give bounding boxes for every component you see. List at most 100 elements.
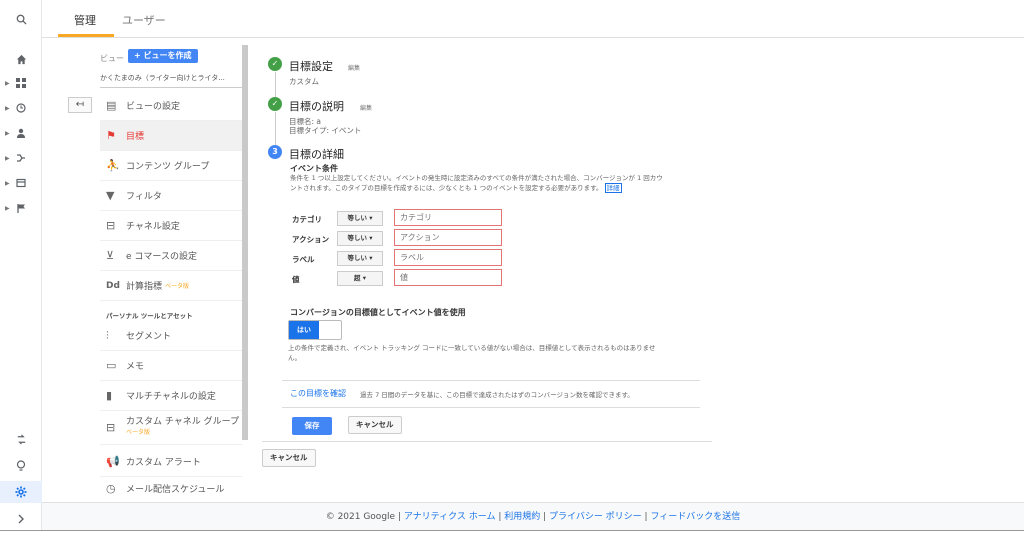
nav-label: メール配信スケジュール <box>126 484 225 495</box>
view-column-scrollbar[interactable] <box>242 45 248 440</box>
step2-edit-link[interactable]: 編集 <box>360 103 372 112</box>
nav-label: カスタム チャネル グループ <box>126 417 240 427</box>
channel-group-icon: ⊟ <box>106 421 116 434</box>
view-selector[interactable]: かくたまのみ（ライター向けとライタ... <box>100 73 242 88</box>
left-nav-rail: ▶ ▶ ▶ ▶ ▶ ▶ <box>0 0 42 538</box>
privacy-policy-link[interactable]: プライバシー ポリシー <box>549 512 642 522</box>
value-input[interactable] <box>394 269 502 286</box>
analytics-home-link[interactable]: アナリティクス ホーム <box>404 512 496 522</box>
segments-icon: ⫶ <box>106 328 109 342</box>
nav-label: 計算指標 <box>126 282 163 292</box>
nav-label: セグメント <box>126 332 172 342</box>
nav-email-schedule[interactable]: ◷ メール配信スケジュール <box>100 477 242 499</box>
condition-label-label: ラベル <box>292 255 315 264</box>
nav-view-settings[interactable]: ▤ ビューの設定 <box>100 91 242 121</box>
tab-user[interactable]: ユーザー <box>122 12 166 28</box>
nav-goals[interactable]: ⚑ 目標 <box>100 121 242 151</box>
divider <box>262 441 712 442</box>
beta-badge: ベータ版 <box>126 429 151 436</box>
cancel-button[interactable]: キャンセル <box>348 416 402 434</box>
step1-value: カスタム <box>289 77 319 86</box>
memo-icon: ▭ <box>106 359 117 372</box>
step1-edit-link[interactable]: 編集 <box>348 63 360 72</box>
create-view-button[interactable]: + ビューを作成 <box>128 49 198 63</box>
cart-icon: ⊻ <box>106 249 115 262</box>
audience-person-icon[interactable]: ▶ <box>0 122 42 144</box>
view-label: ビュー <box>100 54 124 63</box>
nav-content-grouping[interactable]: ⛹ コンテンツ グループ <box>100 151 242 181</box>
verify-goal-description: 過去 7 日間のデータを基に、この目標で達成されたはずのコンバージョン数を確認で… <box>360 391 634 399</box>
label-operator-select[interactable]: 等しい ▾ <box>337 251 383 266</box>
bar-chart-icon: ▮ <box>106 389 113 402</box>
nav-calculated-metrics[interactable]: Dd 計算指標 ベータ版 <box>100 271 242 301</box>
beta-badge: ベータ版 <box>165 283 190 290</box>
goal-setup-form: ✓ 目標設定 編集 カスタム ✓ 目標の説明 編集 目標名: a 目標タイプ: … <box>262 45 722 475</box>
nav-label: コンテンツ グループ <box>126 162 210 172</box>
share-icon[interactable] <box>0 428 42 450</box>
megaphone-icon: 📢 <box>106 455 120 468</box>
action-operator-select[interactable]: 等しい ▾ <box>337 231 383 246</box>
category-operator-select[interactable]: 等しい ▾ <box>337 211 383 226</box>
search-icon[interactable] <box>0 8 42 30</box>
category-input[interactable] <box>394 209 502 226</box>
top-tab-bar: 管理 ユーザー <box>42 0 1024 38</box>
behavior-icon[interactable]: ▶ <box>0 172 42 194</box>
toggle-on-label: はい <box>289 321 319 339</box>
use-event-value-label: コンバージョンの目標値としてイベント値を使用 <box>290 308 466 317</box>
details-link[interactable]: 詳細 <box>604 183 622 193</box>
use-event-value-toggle[interactable]: はい <box>288 320 342 340</box>
window-bottom-edge <box>0 530 1024 538</box>
document-icon: ▤ <box>106 99 117 112</box>
nav-annotations[interactable]: ▭ メモ <box>100 351 242 381</box>
condition-label-category: カテゴリ <box>292 215 322 224</box>
nav-ecommerce[interactable]: ⊻ e コマースの設定 <box>100 241 242 271</box>
active-tab-indicator <box>58 34 114 37</box>
view-settings-column: ビュー + ビューを作成 かくたまのみ（ライター向けとライタ... ↤ ▤ ビュ… <box>62 45 247 500</box>
step2-goal-type: 目標タイプ: イベント <box>289 126 362 135</box>
flag-icon: ⚑ <box>106 129 116 142</box>
nav-multichannel[interactable]: ▮ マルチチャネルの設定 <box>100 381 242 411</box>
customization-icon[interactable]: ▶ <box>0 72 42 94</box>
acquisition-icon[interactable]: ▶ <box>0 147 42 169</box>
event-value-description: 上の条件で定義され、イベント トラッキング コードに一致している値がない場合は、… <box>288 344 656 362</box>
step3-title: 目標の詳細 <box>289 148 344 161</box>
nav-label: フィルタ <box>126 192 162 202</box>
back-arrow-button[interactable]: ↤ <box>68 97 92 113</box>
chevron-right-icon[interactable] <box>0 508 42 530</box>
copyright: © 2021 Google | <box>325 512 401 522</box>
nav-filters[interactable]: ▼ フィルタ <box>100 181 242 211</box>
realtime-clock-icon[interactable]: ▶ <box>0 97 42 119</box>
nav-label: メモ <box>126 362 145 372</box>
footer: © 2021 Google | アナリティクス ホーム | 利用規約 | プライ… <box>42 502 1024 530</box>
nav-label: e コマースの設定 <box>126 252 197 262</box>
nav-custom-alerts[interactable]: 📢 カスタム アラート <box>100 447 242 477</box>
check-circle-icon: ✓ <box>268 97 282 111</box>
tab-admin[interactable]: 管理 <box>74 12 96 28</box>
nav-custom-channel-group[interactable]: ⊟ カスタム チャネル グループ ベータ版 <box>100 411 242 445</box>
save-button[interactable]: 保存 <box>292 417 332 435</box>
action-input[interactable] <box>394 229 502 246</box>
terms-link[interactable]: 利用規約 <box>504 512 540 522</box>
value-operator-select[interactable]: 超 ▾ <box>337 271 383 286</box>
section-heading-personal-tools: パーソナル ツールとアセット <box>106 312 193 320</box>
filter-icon: ▼ <box>106 189 115 202</box>
nav-label: 目標 <box>126 132 145 142</box>
event-conditions-description: 条件を 1 つ以上設定してください。イベントの発生時に設定済みのすべての条件が満… <box>290 174 663 193</box>
condition-label-value: 値 <box>292 275 300 284</box>
home-icon[interactable] <box>0 48 42 70</box>
verify-goal-link[interactable]: この目標を確認 <box>290 388 346 399</box>
feedback-link[interactable]: フィードバックを送信 <box>650 512 740 522</box>
nav-segments[interactable]: ⫶ セグメント <box>100 321 242 351</box>
conversions-flag-icon[interactable]: ▶ <box>0 197 42 219</box>
outer-cancel-button[interactable]: キャンセル <box>262 449 316 467</box>
person-walk-icon: ⛹ <box>106 159 120 172</box>
lightbulb-icon[interactable] <box>0 455 42 477</box>
step-connector <box>275 72 276 97</box>
channel-icon: ⊟ <box>106 219 116 232</box>
nav-label: マルチチャネルの設定 <box>126 392 216 402</box>
step2-title: 目標の説明 <box>289 100 344 113</box>
calculated-metrics-icon: Dd <box>106 280 120 291</box>
label-input[interactable] <box>394 249 502 266</box>
gear-icon[interactable] <box>0 481 42 503</box>
nav-channel-settings[interactable]: ⊟ チャネル設定 <box>100 211 242 241</box>
